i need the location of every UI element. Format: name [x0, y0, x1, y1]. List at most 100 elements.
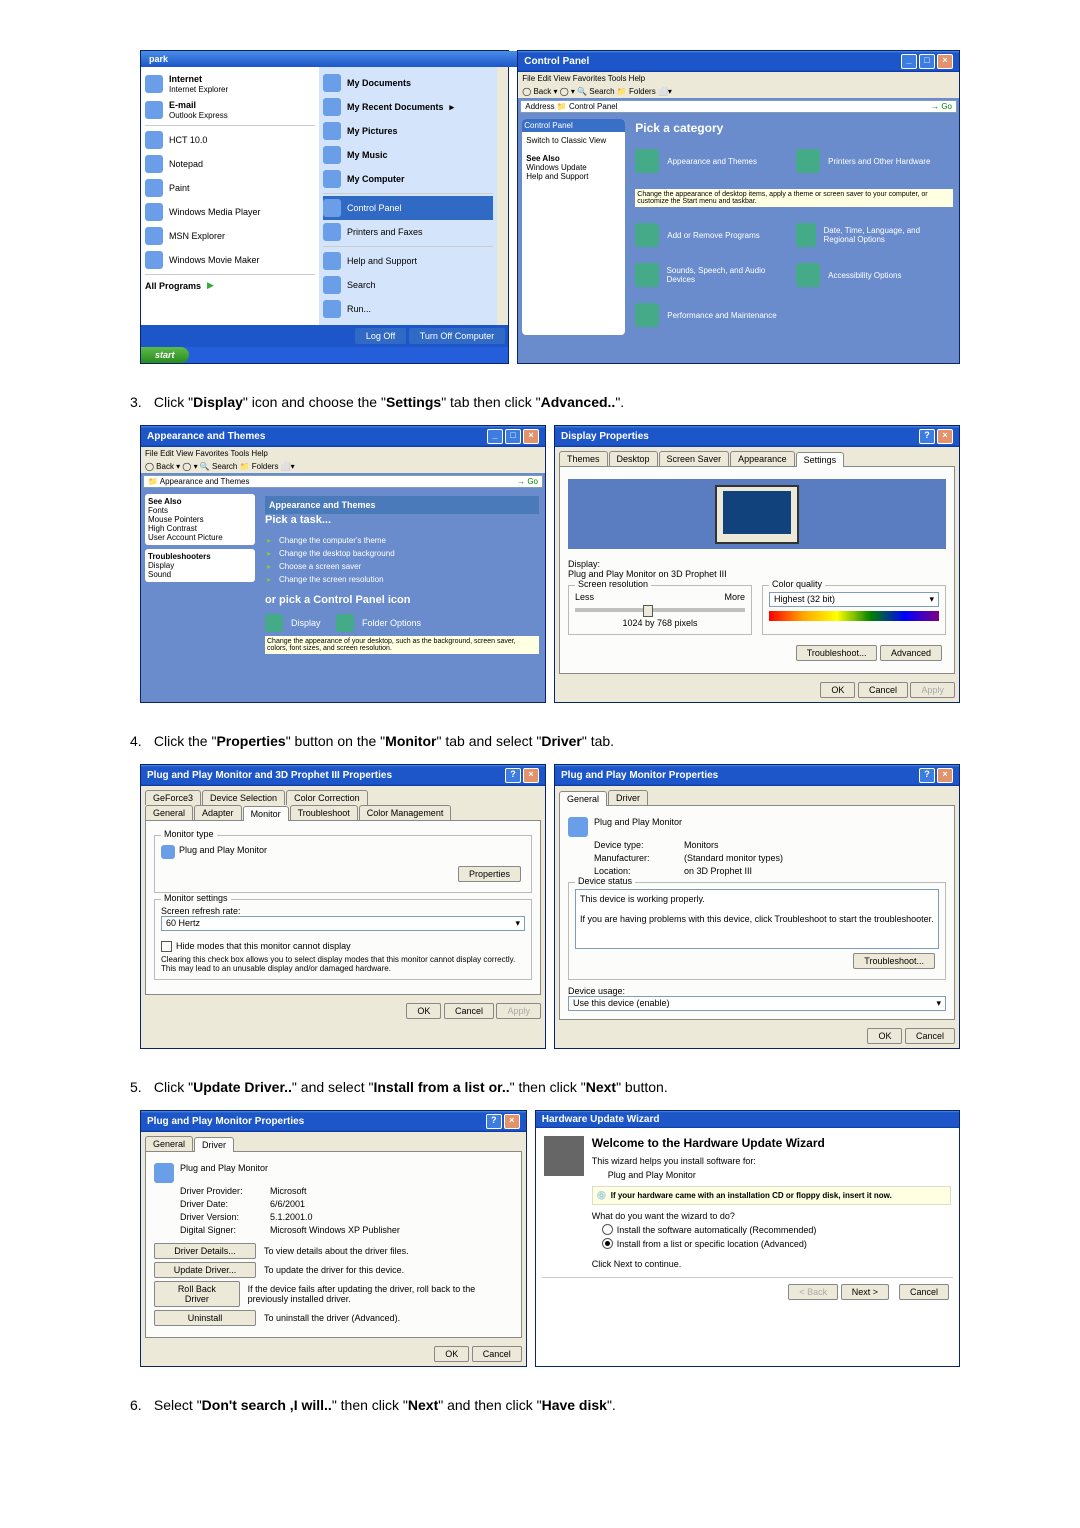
cp-cat-appearance[interactable]: Appearance and Themes — [635, 149, 792, 173]
driver-details-button[interactable]: Driver Details... — [154, 1243, 256, 1259]
ap-task-ss[interactable]: Choose a screen saver — [265, 560, 539, 573]
ok-button[interactable]: OK — [867, 1028, 902, 1044]
cancel-button[interactable]: Cancel — [472, 1346, 522, 1362]
tab-driver[interactable]: Driver — [608, 790, 648, 805]
tab-geforce[interactable]: GeForce3 — [145, 790, 201, 805]
cp-go[interactable]: Go — [941, 102, 952, 111]
tab-general[interactable]: General — [145, 805, 193, 820]
start-msn[interactable]: MSN Explorer — [145, 224, 315, 248]
start-run[interactable]: Run... — [323, 297, 493, 321]
logoff-button[interactable]: Log Off — [355, 328, 406, 344]
maximize-icon[interactable]: □ — [919, 54, 935, 69]
apply-button[interactable]: Apply — [910, 682, 955, 698]
rollback-driver-button[interactable]: Roll Back Driver — [154, 1281, 240, 1307]
tab-troubleshoot[interactable]: Troubleshoot — [290, 805, 358, 820]
cp-cat-addremove[interactable]: Add or Remove Programs — [635, 223, 792, 247]
tab-appearance[interactable]: Appearance — [730, 451, 795, 466]
advanced-button[interactable]: Advanced — [880, 645, 942, 661]
tab-monitor[interactable]: Monitor — [243, 806, 289, 821]
maximize-icon[interactable]: □ — [505, 429, 521, 444]
cp-cat-printers[interactable]: Printers and Other Hardware — [796, 149, 953, 173]
cp-menubar[interactable]: File Edit View Favorites Tools Help — [518, 72, 959, 85]
close-icon[interactable]: × — [937, 429, 953, 444]
hide-modes-checkbox[interactable] — [161, 941, 172, 952]
tab-devsel[interactable]: Device Selection — [202, 790, 285, 805]
ap-ua[interactable]: User Account Picture — [148, 533, 223, 542]
properties-button[interactable]: Properties — [458, 866, 521, 882]
cancel-button[interactable]: Cancel — [858, 682, 908, 698]
cancel-button[interactable]: Cancel — [444, 1003, 494, 1019]
start-search[interactable]: Search — [323, 273, 493, 297]
start-pics[interactable]: My Pictures — [323, 119, 493, 143]
tab-colorcorr[interactable]: Color Correction — [286, 790, 368, 805]
minimize-icon[interactable]: _ — [901, 54, 917, 69]
cp-cat-perf[interactable]: Performance and Maintenance — [635, 303, 792, 327]
ap-task-res[interactable]: Change the screen resolution — [265, 573, 539, 586]
close-icon[interactable]: × — [504, 1114, 520, 1129]
ok-button[interactable]: OK — [406, 1003, 441, 1019]
start-email[interactable]: E-mailOutlook Express — [145, 97, 315, 123]
ap-ts-sound[interactable]: Sound — [148, 570, 171, 579]
tab-themes[interactable]: Themes — [559, 451, 608, 466]
help-icon[interactable]: ? — [919, 429, 935, 444]
help-icon[interactable]: ? — [919, 768, 935, 783]
apply-button[interactable]: Apply — [496, 1003, 541, 1019]
cancel-button[interactable]: Cancel — [899, 1284, 949, 1300]
help-icon[interactable]: ? — [486, 1114, 502, 1129]
ap-task-bg[interactable]: Change the desktop background — [265, 547, 539, 560]
ap-menubar[interactable]: File Edit View Favorites Tools Help — [141, 447, 545, 460]
troubleshoot-button[interactable]: Troubleshoot... — [796, 645, 878, 661]
minimize-icon[interactable]: _ — [487, 429, 503, 444]
start-recent[interactable]: My Recent Documents ▸ — [323, 95, 493, 119]
start-hct[interactable]: HCT 10.0 — [145, 128, 315, 152]
start-paint[interactable]: Paint — [145, 176, 315, 200]
start-wmm[interactable]: Windows Movie Maker — [145, 248, 315, 272]
cp-windows-update[interactable]: Windows Update — [526, 163, 621, 172]
cp-switch-view[interactable]: Switch to Classic View — [526, 136, 621, 145]
device-usage-select[interactable]: Use this device (enable)▾ — [568, 996, 946, 1011]
ap-ts-disp[interactable]: Display — [148, 561, 174, 570]
start-notepad[interactable]: Notepad — [145, 152, 315, 176]
ok-button[interactable]: OK — [820, 682, 855, 698]
ok-button[interactable]: OK — [434, 1346, 469, 1362]
tab-desktop[interactable]: Desktop — [609, 451, 658, 466]
tab-driver[interactable]: Driver — [194, 1137, 234, 1152]
next-button[interactable]: Next > — [841, 1284, 889, 1300]
shutdown-button[interactable]: Turn Off Computer — [409, 328, 506, 344]
tab-general[interactable]: General — [145, 1136, 193, 1151]
ap-icon-display[interactable]: Display Folder Options — [265, 614, 539, 632]
start-music[interactable]: My Music — [323, 143, 493, 167]
refresh-rate-select[interactable]: 60 Hertz▾ — [161, 916, 525, 931]
uninstall-button[interactable]: Uninstall — [154, 1310, 256, 1326]
ap-mouse[interactable]: Mouse Pointers — [148, 515, 204, 524]
ap-hc[interactable]: High Contrast — [148, 524, 197, 533]
start-comp[interactable]: My Computer — [323, 167, 493, 191]
close-icon[interactable]: × — [523, 768, 539, 783]
back-button[interactable]: < Back — [788, 1284, 838, 1300]
cp-cat-sounds[interactable]: Sounds, Speech, and Audio Devices — [635, 263, 792, 287]
start-wmp[interactable]: Windows Media Player — [145, 200, 315, 224]
wz-opt-list[interactable]: Install from a list or specific location… — [602, 1238, 951, 1249]
tab-settings[interactable]: Settings — [796, 452, 845, 467]
ap-task-theme[interactable]: Change the computer's theme — [265, 534, 539, 547]
tab-general[interactable]: General — [559, 791, 607, 806]
start-controlpanel[interactable]: Control Panel — [323, 196, 493, 220]
troubleshoot-button[interactable]: Troubleshoot... — [853, 953, 935, 969]
cp-cat-datetime[interactable]: Date, Time, Language, and Regional Optio… — [796, 223, 953, 247]
start-button[interactable]: start — [141, 347, 189, 363]
start-internet[interactable]: InternetInternet Explorer — [145, 71, 315, 97]
wz-opt-auto[interactable]: Install the software automatically (Reco… — [602, 1224, 951, 1235]
update-driver-button[interactable]: Update Driver... — [154, 1262, 256, 1278]
tab-adapter[interactable]: Adapter — [194, 805, 242, 820]
color-quality-select[interactable]: Highest (32 bit)▾ — [769, 592, 939, 607]
start-allprograms[interactable]: All Programs ▶ — [145, 277, 315, 294]
tab-screensaver[interactable]: Screen Saver — [659, 451, 730, 466]
start-docs[interactable]: My Documents — [323, 71, 493, 95]
resolution-slider[interactable] — [575, 608, 745, 612]
cp-help-support[interactable]: Help and Support — [526, 172, 621, 181]
tab-colormgmt[interactable]: Color Management — [359, 805, 452, 820]
start-help[interactable]: Help and Support — [323, 249, 493, 273]
close-icon[interactable]: × — [937, 768, 953, 783]
help-icon[interactable]: ? — [505, 768, 521, 783]
ap-addressbar[interactable]: 📁 Appearance and Themes→ Go — [143, 475, 543, 488]
